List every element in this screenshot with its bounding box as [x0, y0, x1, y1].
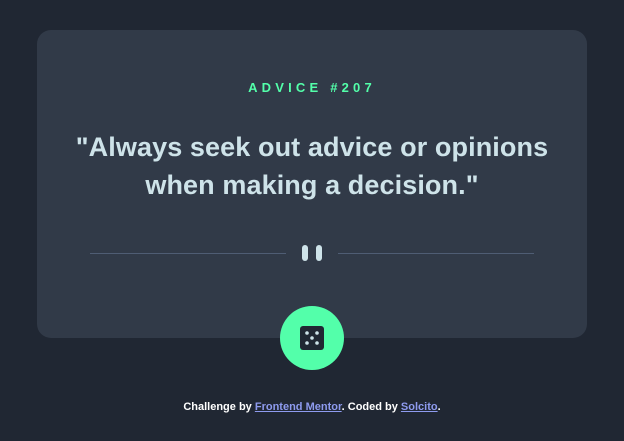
frontend-mentor-link[interactable]: Frontend Mentor	[255, 401, 342, 413]
divider-line-right	[338, 252, 534, 254]
attribution-prefix: Challenge by	[183, 401, 255, 413]
divider-line-left	[90, 252, 286, 254]
pause-bar-left	[302, 245, 308, 261]
advice-quote: "Always seek out advice or opinions when…	[75, 132, 549, 200]
attribution: Challenge by Frontend Mentor. Coded by S…	[0, 401, 624, 413]
attribution-middle: . Coded by	[341, 401, 401, 413]
author-link[interactable]: Solcito	[401, 401, 438, 413]
dice-button[interactable]	[280, 306, 344, 370]
divider	[90, 244, 534, 262]
advice-id: ADVICE #207	[248, 80, 376, 95]
attribution-suffix: .	[437, 401, 441, 413]
pause-bar-right	[316, 245, 322, 261]
dice-icon	[300, 326, 324, 350]
pause-icon	[302, 245, 322, 261]
